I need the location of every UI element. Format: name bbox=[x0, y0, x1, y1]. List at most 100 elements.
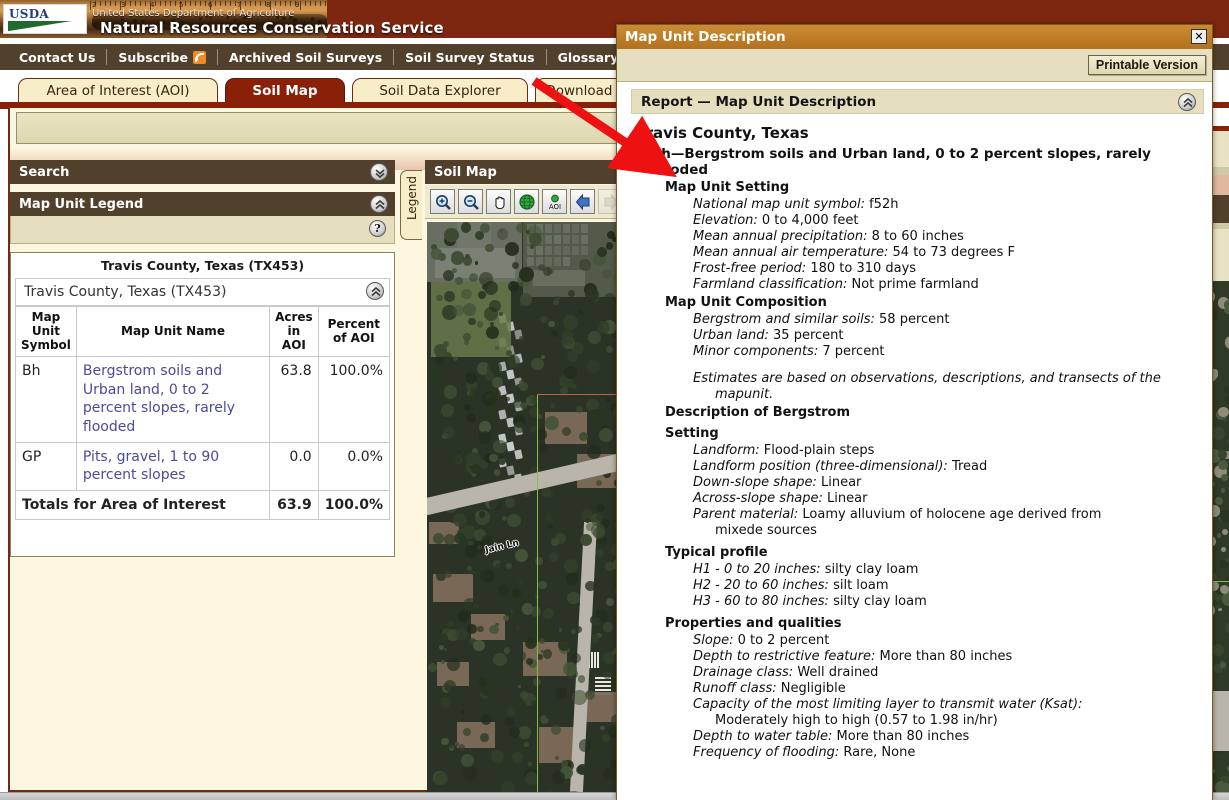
map-vegetation bbox=[1218, 460, 1228, 470]
map-unit-description-dialog: Map Unit Description ✕ Printable Version… bbox=[616, 24, 1213, 800]
map-vegetation bbox=[484, 307, 498, 321]
report-field-value: Loamy alluvium of holocene age derived f… bbox=[798, 507, 1101, 522]
report-section-header[interactable]: Report — Map Unit Description bbox=[631, 89, 1204, 114]
map-vegetation bbox=[493, 440, 506, 453]
map-vegetation bbox=[597, 321, 610, 334]
report-field-value: 7 percent bbox=[818, 344, 884, 359]
dialog-title-bar[interactable]: Map Unit Description ✕ bbox=[617, 25, 1212, 49]
map-vegetation bbox=[485, 244, 494, 253]
report-field: Urban land: 35 percent bbox=[693, 328, 1198, 344]
chevron-double-down-icon[interactable] bbox=[370, 163, 388, 181]
acres-cell: 63.8 bbox=[270, 357, 319, 442]
map-vegetation bbox=[512, 699, 526, 713]
legend-help-strip: ? bbox=[10, 216, 395, 244]
close-x-icon[interactable]: ✕ bbox=[1191, 29, 1207, 44]
map-unit-legend-panel-header[interactable]: Map Unit Legend bbox=[10, 192, 395, 216]
map-vegetation bbox=[475, 231, 484, 240]
aoi-icon[interactable]: AOI bbox=[542, 189, 567, 214]
usda-logo-text: USDA bbox=[9, 7, 49, 21]
map-vegetation bbox=[498, 585, 509, 596]
report-map-unit-heading: Bh—Bergstrom soils and Urban land, 0 to … bbox=[651, 146, 1198, 178]
report-field: Drainage class: Well drained bbox=[693, 665, 1198, 681]
map-vegetation bbox=[453, 356, 458, 361]
map-feature bbox=[498, 409, 507, 419]
map-vegetation bbox=[564, 366, 577, 379]
map-unit-name-link[interactable]: Pits, gravel, 1 to 90 percent slopes bbox=[83, 449, 219, 484]
map-vegetation bbox=[518, 726, 530, 738]
pan-hand-icon[interactable] bbox=[486, 189, 511, 214]
map-vegetation bbox=[463, 303, 476, 316]
map-vegetation bbox=[1225, 336, 1229, 349]
map-vegetation bbox=[431, 248, 442, 259]
map-vegetation bbox=[463, 766, 477, 780]
tab-soil-data-explorer[interactable]: Soil Data Explorer bbox=[352, 78, 528, 103]
report-field-value: f52h bbox=[865, 197, 899, 212]
usda-logo: USDA bbox=[3, 4, 87, 34]
chevron-double-up-icon[interactable] bbox=[366, 282, 384, 300]
map-vegetation bbox=[441, 660, 445, 664]
agency-name-line1: United States Department of Agriculture bbox=[92, 8, 294, 19]
map-unit-name-link[interactable]: Bergstrom soils and Urban land, 0 to 2 p… bbox=[83, 363, 235, 435]
report-field-key: Bergstrom and similar soils: bbox=[693, 312, 875, 327]
zoom-out-icon[interactable] bbox=[458, 189, 483, 214]
map-vegetation bbox=[473, 640, 484, 651]
map-vegetation bbox=[518, 685, 521, 688]
map-vegetation bbox=[524, 391, 531, 398]
usda-logo-mark bbox=[8, 21, 84, 33]
search-panel-header[interactable]: Search bbox=[10, 160, 395, 184]
report-field: Runoff class: Negligible bbox=[693, 681, 1198, 697]
map-vegetation bbox=[469, 387, 482, 400]
map-feature bbox=[514, 449, 523, 459]
map-vegetation bbox=[494, 469, 500, 475]
nav-item-soil-survey-status[interactable]: Soil Survey Status bbox=[394, 44, 545, 70]
map-vegetation bbox=[461, 754, 474, 767]
nav-item-archived-soil-surveys[interactable]: Archived Soil Surveys bbox=[218, 44, 393, 70]
map-vegetation bbox=[436, 295, 442, 301]
question-mark-icon[interactable]: ? bbox=[369, 220, 386, 237]
printable-version-button[interactable]: Printable Version bbox=[1088, 55, 1206, 75]
back-arrow-icon[interactable] bbox=[570, 189, 595, 214]
chevron-double-up-icon[interactable] bbox=[370, 195, 388, 213]
section-heading-description-of-bergstrom: Description of Bergstrom bbox=[665, 405, 1198, 420]
report-field-value: silt loam bbox=[829, 578, 889, 593]
map-vegetation bbox=[561, 339, 567, 345]
report-field: Landform: Flood-plain steps bbox=[693, 443, 1198, 459]
nav-item-subscribe[interactable]: Subscribe bbox=[107, 44, 217, 70]
globe-icon[interactable] bbox=[514, 189, 539, 214]
map-vegetation bbox=[1218, 450, 1227, 459]
map-vegetation bbox=[532, 305, 539, 312]
nav-item-contact-us[interactable]: Contact Us bbox=[8, 44, 106, 70]
dialog-toolbar: Printable Version bbox=[617, 49, 1212, 82]
report-field-value: Well drained bbox=[793, 665, 878, 680]
map-vegetation bbox=[477, 626, 484, 633]
map-vegetation bbox=[428, 366, 442, 380]
report-field-key: Frequency of flooding: bbox=[693, 745, 839, 760]
acres-cell: 0.0 bbox=[270, 442, 319, 490]
map-vegetation bbox=[478, 677, 487, 686]
tab-area-of-interest-aoi[interactable]: Area of Interest (AOI) bbox=[18, 78, 218, 103]
aoi-boundary-highlight bbox=[537, 394, 624, 402]
map-vegetation bbox=[490, 676, 503, 689]
survey-area-row[interactable]: Travis County, Texas (TX453) bbox=[15, 278, 390, 306]
map-vegetation bbox=[461, 289, 471, 299]
soil-map-panel-header: Soil Map bbox=[425, 160, 625, 184]
map-unit-legend-table: Map Unit SymbolMap Unit NameAcres in AOI… bbox=[15, 306, 390, 520]
report-field: Elevation: 0 to 4,000 feet bbox=[693, 213, 1198, 229]
map-vegetation bbox=[505, 242, 519, 256]
map-vegetation bbox=[1221, 488, 1225, 492]
table-row: BhBergstrom soils and Urban land, 0 to 2… bbox=[16, 357, 390, 442]
tab-soil-map[interactable]: Soil Map bbox=[225, 78, 345, 103]
map-vegetation bbox=[1212, 427, 1224, 439]
zoom-in-icon[interactable] bbox=[430, 189, 455, 214]
legend-pulltab[interactable]: Legend bbox=[400, 170, 422, 240]
map-vegetation bbox=[504, 717, 514, 727]
map-vegetation bbox=[525, 772, 538, 785]
chevron-double-up-icon[interactable] bbox=[1178, 93, 1196, 111]
aerial-map-image[interactable]: Jain Ln bbox=[427, 222, 624, 792]
map-vegetation bbox=[568, 290, 575, 297]
report-field-key: Minor components: bbox=[693, 344, 818, 359]
map-vegetation bbox=[463, 256, 473, 266]
map-vegetation bbox=[495, 563, 504, 572]
map-vegetation bbox=[444, 228, 458, 242]
rss-icon[interactable] bbox=[193, 51, 206, 64]
